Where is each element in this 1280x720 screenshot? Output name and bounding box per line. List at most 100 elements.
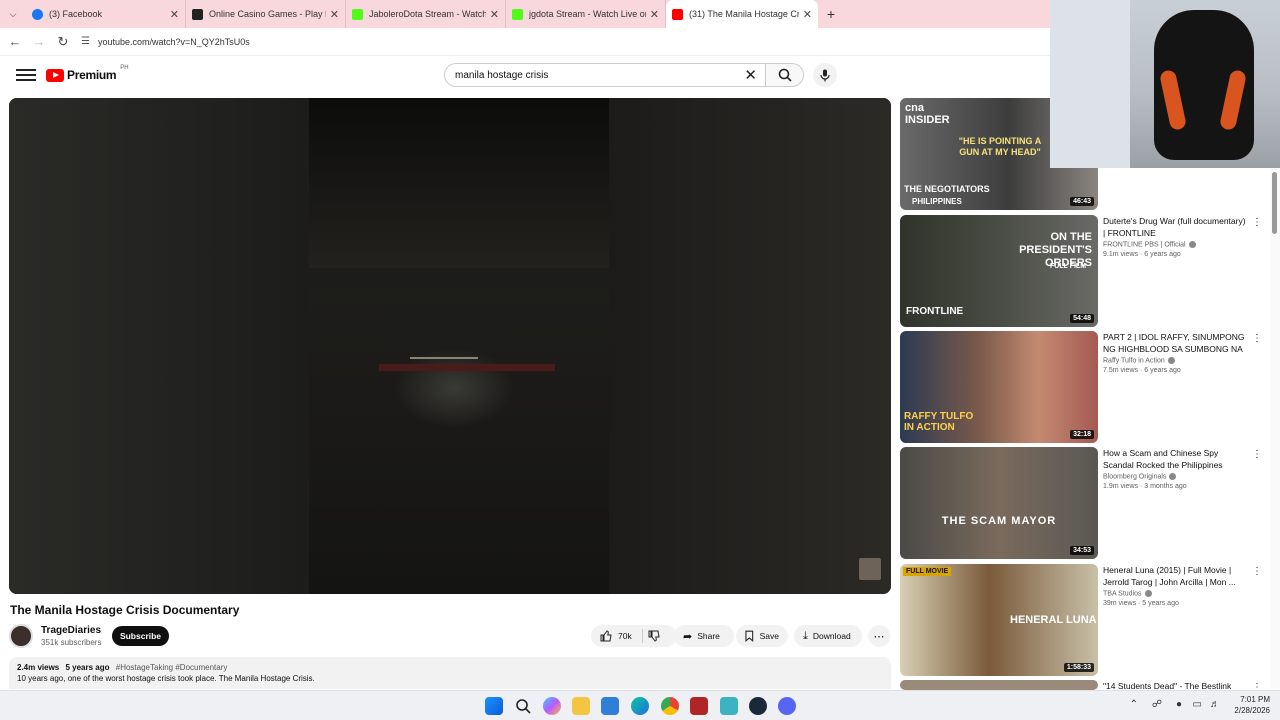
channel-avatar[interactable]	[9, 624, 33, 648]
video-title[interactable]: Heneral Luna (2015) | Full Movie | Jerro…	[1103, 564, 1247, 588]
dislike-button[interactable]	[648, 630, 660, 644]
verified-icon	[1188, 241, 1196, 248]
tray-overflow-icon[interactable]: ⌃	[1130, 699, 1138, 710]
tab-title: (3) Facebook	[49, 9, 103, 19]
chrome-icon[interactable]	[661, 697, 679, 715]
share-button[interactable]: ➦ Share	[674, 625, 734, 647]
channel-name-text: FRONTLINE PBS | Official	[1103, 241, 1186, 249]
url-text: youtube.com/watch?v=N_QY2hTsU0s	[97, 36, 250, 47]
verified-icon	[1144, 590, 1152, 597]
video-frame-detail	[410, 357, 478, 359]
tab-active[interactable]: (31) The Manila Hostage Crisis ✕	[666, 0, 818, 28]
forward-icon[interactable]: →	[27, 34, 51, 49]
tab-title: (31) The Manila Hostage Crisis	[689, 9, 799, 19]
discord-icon[interactable]	[778, 697, 796, 715]
scrollbar-thumb[interactable]	[1272, 172, 1277, 234]
copilot-icon[interactable]	[543, 697, 561, 715]
more-options-icon[interactable]: ⋮	[1252, 449, 1262, 460]
description-box[interactable]: 2.4m views 5 years ago #HostageTaking #D…	[9, 657, 891, 689]
site-info-icon[interactable]: ☰	[81, 36, 90, 47]
recommendation-card[interactable]: RAFFY TULFO IN ACTION 32:18 PART 2 | IDO…	[900, 331, 1270, 443]
close-tab-icon[interactable]: ✕	[170, 8, 179, 21]
clear-search-icon[interactable]: ✕	[744, 66, 757, 84]
video-frame-wall	[9, 98, 309, 594]
menu-icon[interactable]	[16, 69, 36, 81]
notepad-icon[interactable]	[720, 697, 738, 715]
channel-name[interactable]: FRONTLINE PBS | Official	[1103, 241, 1247, 248]
video-thumbnail[interactable]: ON THE PRESIDENT'S ORDERS FULL FILM FRON…	[900, 215, 1098, 327]
youtube-header: Premium PH manila hostage crisis ✕	[0, 57, 1050, 93]
close-tab-icon[interactable]: ✕	[490, 8, 499, 21]
tab[interactable]: jgdota Stream - Watch Live on ✕	[506, 0, 666, 28]
video-title[interactable]: "14 Students Dead" - The Bestlink	[1103, 680, 1247, 690]
back-icon[interactable]: ←	[3, 34, 27, 49]
voice-search-button[interactable]	[813, 63, 837, 87]
search-input[interactable]: manila hostage crisis ✕	[444, 63, 766, 87]
close-tab-icon[interactable]: ✕	[330, 8, 339, 21]
new-tab-button[interactable]: +	[818, 6, 844, 22]
microphone-icon[interactable]: ●	[1176, 699, 1182, 710]
more-options-icon[interactable]: ⋮	[1252, 217, 1262, 228]
search-query: manila hostage crisis	[455, 69, 549, 81]
tab[interactable]: Online Casino Games - Play Fre ✕	[186, 0, 346, 28]
search-button[interactable]	[766, 63, 804, 87]
recommendation-card[interactable]: ON THE PRESIDENT'S ORDERS FULL FILM FRON…	[900, 215, 1270, 327]
edge-icon[interactable]	[631, 697, 649, 715]
file-explorer-icon[interactable]	[572, 697, 590, 715]
network-icon[interactable]: ☍	[1152, 699, 1162, 710]
video-title[interactable]: How a Scam and Chinese Spy Scandal Rocke…	[1103, 447, 1247, 471]
recommendation-card[interactable]: FULL MOVIE HENERAL LUNA 1:58:33 Heneral …	[900, 564, 1270, 676]
channel-name[interactable]: Bloomberg Originals	[1103, 473, 1247, 480]
volume-icon[interactable]: ♬	[1210, 699, 1220, 710]
save-button[interactable]: Save	[736, 625, 788, 647]
tab[interactable]: (3) Facebook ✕	[26, 0, 186, 28]
video-thumbnail[interactable]: FULL MOVIE HENERAL LUNA 1:58:33	[900, 564, 1098, 676]
channel-name[interactable]: TBA Studios	[1103, 590, 1247, 597]
windows-start-icon[interactable]	[485, 697, 503, 715]
more-options-icon[interactable]: ⋮	[1252, 566, 1262, 577]
channel-watermark-icon[interactable]	[859, 558, 881, 580]
close-tab-icon[interactable]: ✕	[650, 8, 659, 21]
video-thumbnail[interactable]: THE SCAM MAYOR 34:53	[900, 447, 1098, 559]
display-icon[interactable]: ▭	[1193, 699, 1202, 710]
more-options-icon[interactable]: ⋮	[1252, 682, 1262, 690]
channel-name-text: Bloomberg Originals	[1103, 473, 1167, 481]
app-icon[interactable]	[690, 697, 708, 715]
search-icon[interactable]	[514, 697, 532, 715]
share-icon: ➦	[683, 630, 693, 643]
recommendation-card[interactable]: "14 Students Dead" - The Bestlink ⋮	[900, 680, 1270, 690]
video-title[interactable]: Duterte's Drug War (full documentary) | …	[1103, 215, 1247, 239]
subscriber-count: 351k subscribers	[41, 638, 102, 647]
reload-icon[interactable]: ↻	[51, 34, 75, 50]
channel-name[interactable]: TrageDiaries	[41, 625, 101, 636]
youtube-logo[interactable]: Premium PH	[46, 65, 129, 82]
tab[interactable]: JaboleroDota Stream - Watch L ✕	[346, 0, 506, 28]
thumbs-down-icon	[648, 630, 660, 642]
video-thumbnail[interactable]: RAFFY TULFO IN ACTION 32:18	[900, 331, 1098, 443]
channel-name-text: TBA Studios	[1103, 590, 1142, 598]
store-icon[interactable]	[601, 697, 619, 715]
clock[interactable]: 7:01 PM 2/28/2026	[1234, 694, 1270, 716]
view-count: 2.4m views	[17, 663, 60, 672]
subscribe-button[interactable]: Subscribe	[112, 626, 169, 646]
like-button[interactable]: 70k	[600, 630, 632, 642]
more-actions-icon[interactable]: ⋯	[868, 625, 890, 647]
close-tab-icon[interactable]: ✕	[803, 8, 812, 21]
tab-search-icon[interactable]: ⌵	[0, 0, 26, 28]
youtube-favicon-icon	[672, 8, 683, 20]
recommendation-card[interactable]: THE SCAM MAYOR 34:53 How a Scam and Chin…	[900, 447, 1270, 559]
page-scrollbar[interactable]	[1270, 168, 1280, 688]
hashtags[interactable]: #HostageTaking #Documentary	[116, 663, 228, 672]
more-options-icon[interactable]: ⋮	[1252, 333, 1262, 344]
steam-icon[interactable]	[749, 697, 767, 715]
search-icon	[778, 68, 792, 82]
youtube-play-icon	[46, 68, 64, 82]
channel-name[interactable]: Raffy Tulfo in Action	[1103, 357, 1247, 364]
download-button[interactable]: ⤓ Download	[794, 625, 862, 647]
url-field[interactable]: ☰ youtube.com/watch?v=N_QY2hTsU0s	[81, 31, 1021, 53]
video-thumbnail[interactable]	[900, 680, 1098, 690]
video-player[interactable]	[9, 98, 891, 594]
views-and-age: 9.1m views · 6 years ago	[1103, 251, 1181, 259]
views-and-age: 39m views · 5 years ago	[1103, 600, 1179, 608]
video-title[interactable]: PART 2 | IDOL RAFFY, SINUMPONG NG HIGHBL…	[1103, 331, 1247, 355]
